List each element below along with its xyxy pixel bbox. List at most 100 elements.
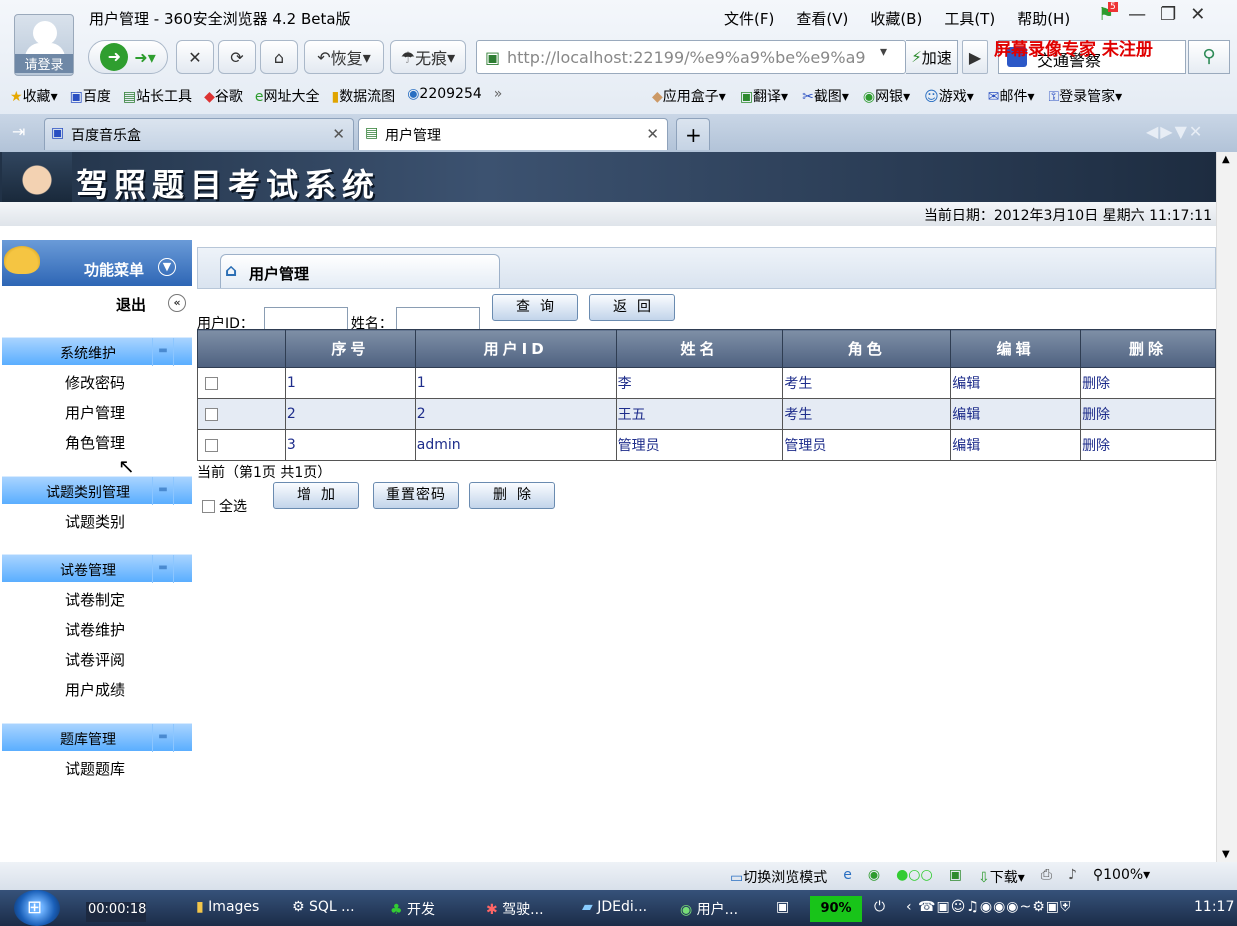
edit-link[interactable]: 编辑: [952, 407, 980, 423]
start-button[interactable]: ⊞: [14, 890, 60, 926]
minimize-icon[interactable]: —: [1128, 4, 1146, 25]
power-plug-icon[interactable]: ⏻: [874, 899, 885, 915]
query-button[interactable]: 查询: [492, 294, 578, 321]
row-checkbox[interactable]: [205, 438, 218, 452]
scroll-up-icon[interactable]: ▲: [1222, 154, 1230, 165]
collapse-sidebar-icon[interactable]: «: [168, 294, 186, 312]
taskbar-item-driving[interactable]: ✱ 驾驶...: [486, 899, 544, 919]
section-question-bank[interactable]: 题库管理 ▬: [2, 723, 192, 752]
screenshot-icon[interactable]: ▣: [949, 867, 962, 887]
sidebar-item-paper-maintain[interactable]: 试卷维护: [65, 619, 125, 640]
select-all-checkbox[interactable]: [202, 499, 215, 513]
select-all[interactable]: 全选: [202, 496, 247, 516]
games[interactable]: ☺游戏▾: [924, 86, 974, 106]
menu-file[interactable]: 文件(F): [724, 8, 774, 29]
userid-input[interactable]: [263, 307, 348, 331]
sidebar-item-user-scores[interactable]: 用户成绩: [65, 679, 125, 700]
section-collapse-icon[interactable]: ▬: [152, 338, 174, 366]
online-banking[interactable]: ◉网银▾: [863, 86, 910, 106]
row-checkbox[interactable]: [205, 407, 218, 421]
section-collapse-icon[interactable]: ▬: [152, 477, 174, 505]
system-tray-icons[interactable]: ‹ ☎▣☺♫◉◉◉~⚙▣⛨: [906, 899, 1072, 915]
menu-help[interactable]: 帮助(H): [1017, 8, 1070, 29]
tab-nav-icons[interactable]: ◀▶▼✕: [1146, 122, 1204, 141]
fav-webmaster-tools[interactable]: ▤站长工具: [123, 86, 192, 106]
notification-icon[interactable]: ⚑ 5: [1098, 2, 1118, 25]
sidebar-toggle-icon[interactable]: ⇥: [12, 122, 25, 141]
translate[interactable]: ▣翻译▾: [740, 86, 788, 106]
section-question-category[interactable]: 试题类别管理 ▬: [2, 476, 192, 505]
taskbar-item-images[interactable]: ▮ Images: [196, 899, 259, 915]
close-tab-icon[interactable]: ✕: [332, 125, 345, 143]
incognito-button[interactable]: ☂ 无痕 ▾: [390, 40, 466, 74]
section-system-maintenance[interactable]: 系统维护 ▬: [2, 337, 192, 366]
sidebar-item-paper-create[interactable]: 试卷制定: [65, 589, 125, 610]
add-button[interactable]: 增加: [273, 482, 359, 509]
new-tab-button[interactable]: +: [676, 118, 710, 150]
section-paper-management[interactable]: 试卷管理 ▬: [2, 554, 192, 583]
menu-tools[interactable]: 工具(T): [944, 8, 995, 29]
browse-mode-toggle[interactable]: ▭切换浏览模式: [730, 867, 827, 887]
speaker-icon[interactable]: ♪: [1068, 867, 1077, 887]
sidebar-item-change-password[interactable]: 修改密码: [65, 372, 125, 393]
restore-button[interactable]: ↶ 恢复 ▾: [304, 40, 384, 74]
menu-favorites[interactable]: 收藏(B): [870, 8, 922, 29]
back-icon[interactable]: ➜: [100, 43, 129, 71]
close-tab-icon[interactable]: ✕: [646, 125, 659, 143]
edit-link[interactable]: 编辑: [952, 438, 980, 454]
back-button[interactable]: 返回: [589, 294, 675, 321]
fav-number[interactable]: ◉2209254: [407, 86, 482, 106]
mail[interactable]: ✉邮件▾: [988, 86, 1035, 106]
screenshot[interactable]: ✂截图▾: [802, 86, 849, 106]
sidebar-item-user-management[interactable]: 用户管理: [65, 402, 125, 423]
shield-icon[interactable]: ◉: [868, 867, 880, 887]
search-button[interactable]: ⚲: [1188, 40, 1230, 74]
section-collapse-icon[interactable]: ▬: [152, 555, 174, 583]
fav-more-icon[interactable]: »: [494, 86, 503, 106]
go-button[interactable]: ▶: [962, 40, 988, 74]
login-manager[interactable]: ⚿登录管家▾: [1049, 86, 1123, 106]
taskbar-item-user-management[interactable]: ◉ 用户...: [680, 899, 738, 919]
logout-link[interactable]: 退出: [116, 294, 146, 315]
delete-link[interactable]: 删除: [1082, 376, 1110, 392]
section-collapse-icon[interactable]: ▬: [152, 724, 174, 752]
name-input[interactable]: [395, 307, 480, 331]
home-button[interactable]: ⌂: [260, 40, 298, 74]
vertical-scrollbar[interactable]: ▲ ▼: [1216, 152, 1237, 862]
sidebar-item-paper-review[interactable]: 试卷评阅: [65, 649, 125, 670]
maximize-icon[interactable]: ❐: [1160, 4, 1176, 25]
address-bar[interactable]: ▣ http://localhost:22199/%e9%a9%be%e9%a9: [476, 40, 906, 74]
scroll-down-icon[interactable]: ▼: [1222, 849, 1230, 860]
ie-icon[interactable]: e: [843, 867, 852, 887]
sidebar-item-question-category[interactable]: 试题类别: [65, 511, 125, 532]
tab-user-management[interactable]: ▤ 用户管理 ✕: [358, 118, 668, 150]
menu-view[interactable]: 查看(V): [796, 8, 848, 29]
fav-collect[interactable]: ★收藏▾: [10, 86, 58, 106]
stop-button[interactable]: ✕: [176, 40, 214, 74]
taskbar-item-dev[interactable]: ♣ 开发: [390, 899, 435, 919]
user-avatar[interactable]: 请登录: [14, 14, 74, 76]
close-window-icon[interactable]: ✕: [1190, 4, 1205, 25]
refresh-button[interactable]: ⟳: [218, 40, 256, 74]
reset-password-button[interactable]: 重置密码: [373, 482, 459, 509]
tab-baidu-music[interactable]: ▣ 百度音乐盒 ✕: [44, 118, 354, 150]
app-box[interactable]: ◆应用盒子▾: [652, 86, 726, 106]
taskbar-item-sql[interactable]: ⚙ SQL ...: [292, 899, 355, 915]
row-checkbox[interactable]: [205, 376, 218, 390]
print-icon[interactable]: ⎙: [1041, 867, 1052, 887]
fav-dataflow[interactable]: ▮数据流图: [331, 86, 395, 106]
sidebar-item-role-management[interactable]: 角色管理: [65, 432, 125, 453]
sidebar-item-question-bank[interactable]: 试题题库: [65, 758, 125, 779]
delete-button[interactable]: 删除: [469, 482, 555, 509]
taskbar-item-jdedit[interactable]: ▰ JDEdi...: [582, 899, 647, 915]
zoom-control[interactable]: ⚲100%▾: [1093, 867, 1150, 887]
delete-link[interactable]: 删除: [1082, 438, 1110, 454]
fav-baidu[interactable]: ▣百度: [70, 86, 111, 106]
forward-icon[interactable]: ➜▾: [134, 48, 155, 67]
edit-link[interactable]: 编辑: [952, 376, 980, 392]
delete-link[interactable]: 删除: [1082, 407, 1110, 423]
speed-button[interactable]: ⚡ 加速: [906, 40, 958, 74]
address-dropdown-icon[interactable]: ▾: [880, 44, 887, 60]
fav-google[interactable]: ◆谷歌: [204, 86, 243, 106]
collapse-menu-icon[interactable]: ▼: [158, 258, 176, 276]
